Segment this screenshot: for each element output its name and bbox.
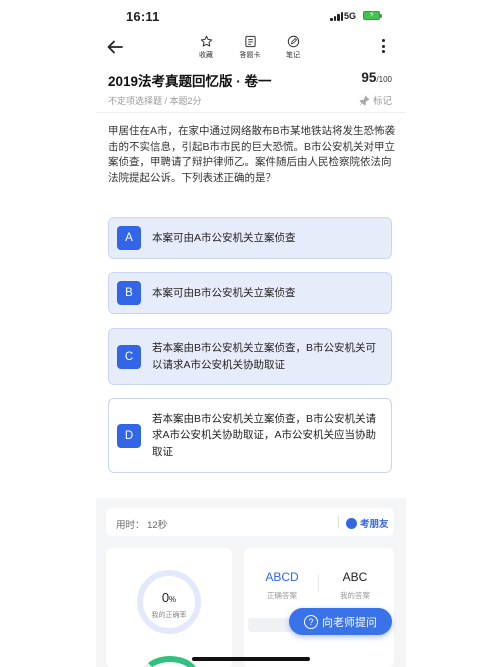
- battery-icon: ⚡: [363, 10, 382, 20]
- more-options-icon[interactable]: [382, 39, 386, 56]
- favorite-button[interactable]: 收藏: [188, 35, 224, 60]
- option-d[interactable]: D 若本案由B市公安机关立案侦查，B市公安机关请求A市公安机关协助取证，A市公安…: [108, 398, 392, 473]
- paper-title: 2019法考真题回忆版 · 卷一: [108, 74, 272, 89]
- signal-icon: [330, 12, 343, 21]
- option-text: 若本案由B市公安机关立案侦查，B市公安机关可以请求A市公安机关协助取证: [152, 342, 377, 371]
- option-text: 本案可由B市公安机关立案侦查: [152, 286, 296, 299]
- home-indicator[interactable]: [192, 657, 310, 661]
- score-display: 95/100: [361, 70, 392, 85]
- answer-sheet-icon: [244, 35, 256, 48]
- friend-icon: [346, 517, 357, 529]
- ask-teacher-button[interactable]: ? 向老师提问: [289, 608, 392, 635]
- option-letter: D: [117, 423, 141, 448]
- top-toolbar: 收藏 答题卡 笔记: [96, 32, 406, 64]
- my-answer-label: 我的答案: [340, 591, 370, 600]
- option-letter: C: [117, 344, 141, 369]
- notes-icon: [287, 35, 299, 48]
- my-answer: ABC: [342, 570, 368, 584]
- header-divider: [96, 112, 406, 113]
- status-bar: 16:11 5G ⚡: [96, 0, 406, 32]
- correct-answer: ABCD: [265, 570, 299, 584]
- status-time: 16:11: [126, 9, 160, 24]
- option-text: 本案可由A市公安机关立案侦查: [152, 231, 296, 244]
- option-c[interactable]: C 若本案由B市公安机关立案侦查，B市公安机关可以请求A市公安机关协助取证: [108, 328, 392, 385]
- pin-icon: [359, 94, 370, 105]
- star-icon: [200, 35, 212, 47]
- question-screen: 16:11 5G ⚡ 收藏 答题卡 笔记 2019法考真题回忆版 · 卷一 95…: [96, 0, 406, 667]
- option-a[interactable]: A 本案可由A市公安机关立案侦查: [108, 217, 392, 259]
- question-meta: 不定项选择题 / 本题2分: [108, 96, 202, 106]
- notes-button[interactable]: 笔记: [275, 35, 311, 60]
- correct-answer-label: 正确答案: [267, 591, 297, 600]
- option-b[interactable]: B 本案可由B市公安机关立案侦查: [108, 272, 392, 314]
- accuracy-card: 0% 我的正确率: [106, 548, 232, 667]
- back-arrow-icon[interactable]: [106, 38, 124, 56]
- accuracy-value: 0: [161, 590, 170, 605]
- option-text: 若本案由B市公安机关立案侦查，B市公安机关请求A市公安机关协助取证，A市公安机关…: [152, 412, 377, 458]
- question-mark-icon: ?: [304, 614, 318, 629]
- option-letter: B: [117, 281, 141, 305]
- time-used-bar: 用时： 12秒 考朋友: [106, 508, 394, 536]
- accuracy-caption: 我的正确率: [151, 612, 187, 619]
- accuracy-ring: 0% 我的正确率: [137, 570, 201, 634]
- ask-friend-button[interactable]: 考朋友: [346, 516, 389, 530]
- network-label: 5G: [344, 11, 357, 21]
- option-letter: A: [117, 226, 141, 250]
- time-used: 用时： 12秒: [116, 520, 168, 531]
- mark-button[interactable]: 标记: [359, 93, 392, 107]
- question-stem: 甲居住在A市，在家中通过网络散布B市某地铁站将发生恐怖袭击的不实信息，引起B市市…: [108, 125, 396, 184]
- answer-sheet-button[interactable]: 答题卡: [232, 35, 268, 60]
